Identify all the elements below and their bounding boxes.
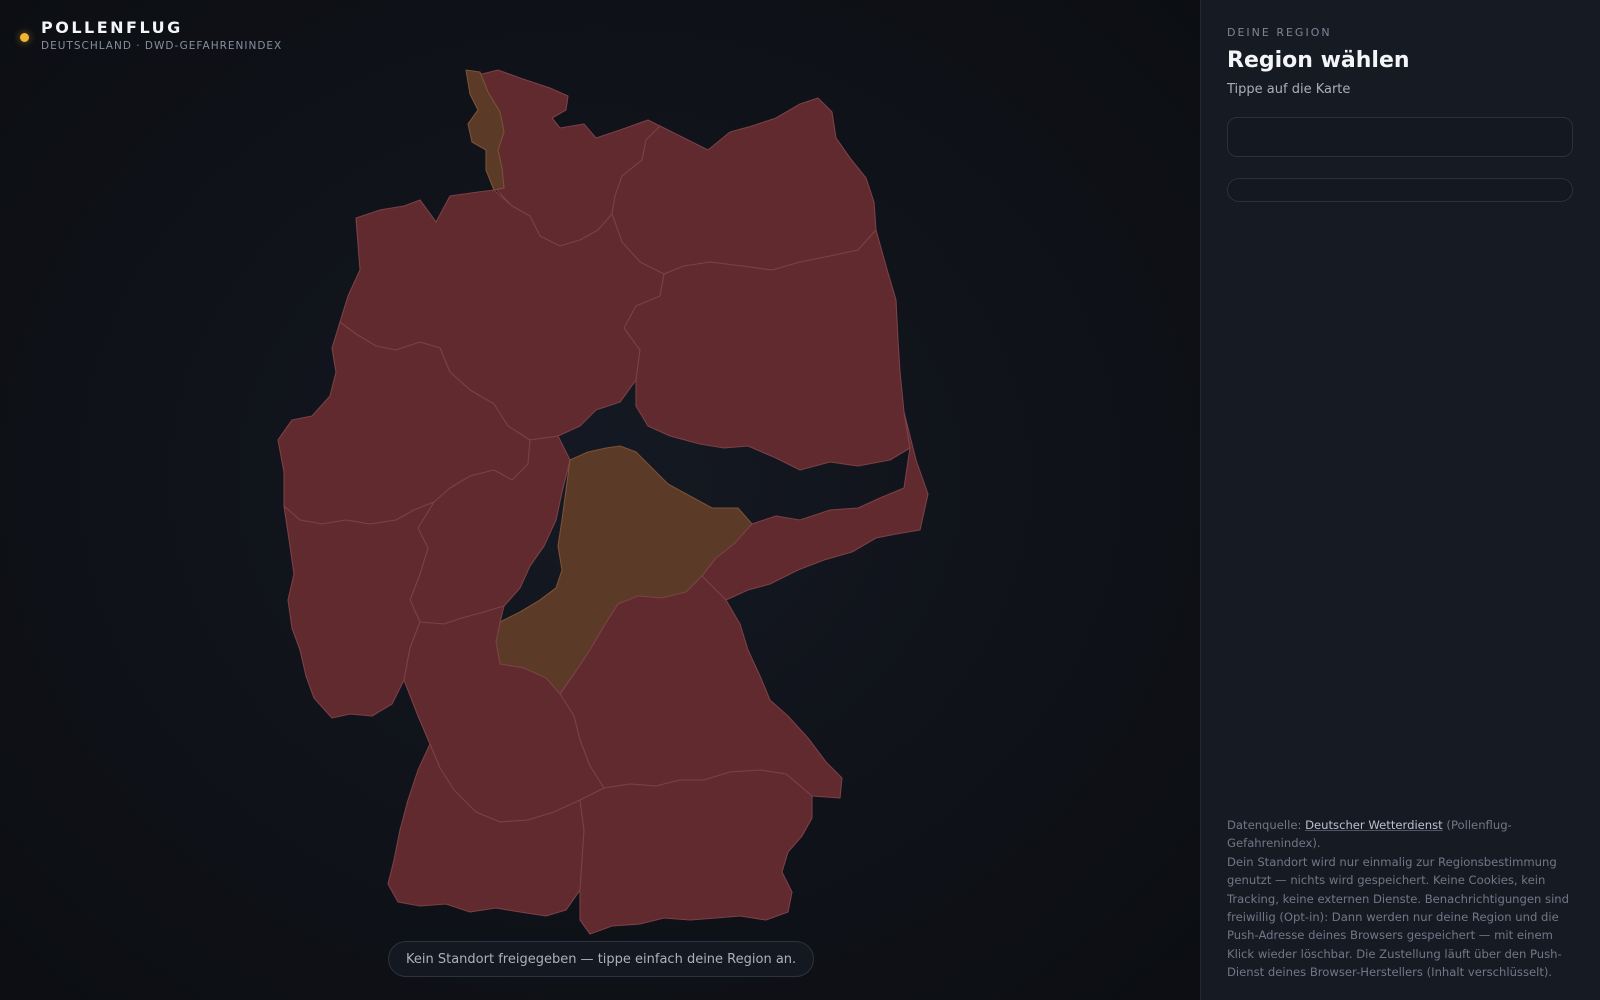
region-bayern-sued[interactable] [579, 769, 813, 935]
dwd-source-link[interactable]: Deutscher Wetterdienst [1305, 818, 1443, 832]
sidebar-hint: Tippe auf die Karte [1227, 82, 1351, 97]
region-details-card [1227, 117, 1573, 157]
location-status-text: Kein Standort freigegeben — tippe einfac… [406, 951, 797, 967]
location-status-pill: Kein Standort freigegeben — tippe einfac… [388, 941, 815, 977]
sidebar-title: Region wählen [1227, 48, 1410, 73]
source-prefix: Datenquelle: [1227, 818, 1306, 832]
map-area: POLLENFLUG DEUTSCHLAND · DWD-GEFAHRENIND… [0, 0, 1200, 1000]
region-sidebar: DEINE REGION Region wählen Tippe auf die… [1200, 0, 1600, 1000]
germany-region-map [277, 69, 929, 935]
footer-info: Datenquelle: Deutscher Wetterdienst (Pol… [1227, 816, 1577, 982]
pollen-level-bar [1227, 178, 1573, 202]
data-source-line: Datenquelle: Deutscher Wetterdienst (Pol… [1227, 816, 1577, 853]
sidebar-eyebrow: DEINE REGION [1227, 26, 1332, 39]
privacy-notice: Dein Standort wird nur einmalig zur Regi… [1227, 854, 1570, 980]
